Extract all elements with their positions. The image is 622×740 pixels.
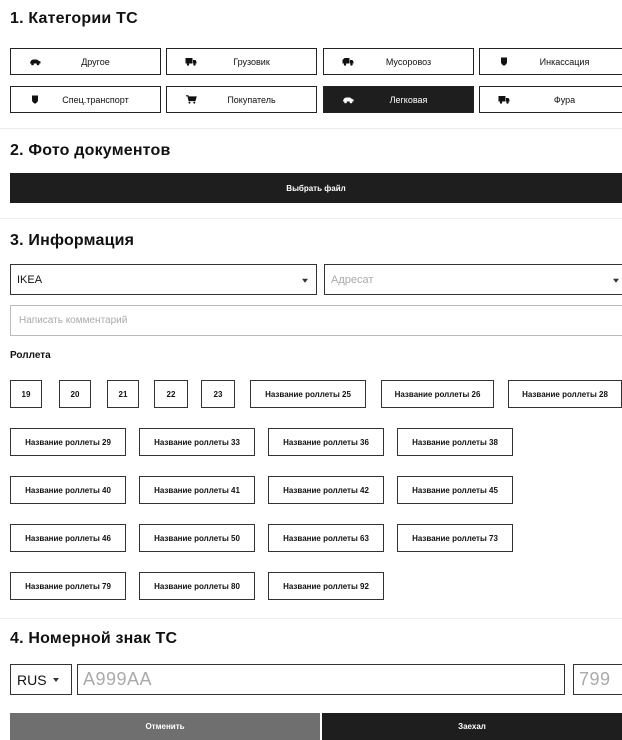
country-select[interactable]: RUS (10, 664, 72, 695)
rollets-label: Роллета (10, 350, 51, 361)
company-select[interactable]: IKEA (10, 264, 317, 295)
divider (0, 218, 622, 219)
category-label: Покупатель (227, 94, 276, 105)
rollet-chip[interactable]: Название роллеты 79 (10, 572, 126, 600)
rollet-chip[interactable]: Название роллеты 73 (397, 524, 513, 552)
category-label: Инкассация (539, 56, 590, 67)
section-categories-title: 1. Категории ТС (10, 10, 138, 27)
cancel-button[interactable]: Отменить (10, 713, 320, 740)
garbage-truck-icon (342, 57, 354, 66)
section-docs-title: 2. Фото документов (10, 142, 171, 159)
category-button[interactable]: Мусоровоз (323, 48, 474, 75)
rollet-chip[interactable]: Название роллеты 42 (268, 476, 384, 504)
category-label: Фура (553, 94, 576, 105)
rollet-chip[interactable]: Название роллеты 50 (139, 524, 255, 552)
chevron-down-icon (52, 677, 59, 682)
category-label: Спец.транспорт (62, 94, 129, 105)
plate-region-placeholder: 799 (579, 669, 611, 689)
choose-file-button[interactable]: Выбрать файл (10, 173, 622, 203)
rollet-chip[interactable]: Название роллеты 25 (250, 380, 366, 408)
chevron-down-icon (613, 278, 619, 283)
category-label: Грузовик (233, 56, 270, 67)
comment-input[interactable]: Написать комментарий (10, 305, 622, 336)
rollet-chip[interactable]: Название роллеты 80 (139, 572, 255, 600)
country-value: RUS (17, 671, 47, 688)
shield-icon (498, 57, 510, 66)
section-info-title: 3. Информация (10, 232, 135, 249)
rollet-chip[interactable]: Название роллеты 26 (381, 380, 494, 408)
rollet-chip[interactable]: Название роллеты 46 (10, 524, 126, 552)
category-button[interactable]: Инкассация (479, 48, 622, 75)
rollet-chip[interactable]: Название роллеты 33 (139, 428, 255, 456)
plate-number-placeholder: A999AA (83, 669, 153, 689)
rollet-chip[interactable]: Название роллеты 29 (10, 428, 126, 456)
divider (0, 128, 622, 129)
category-button[interactable]: Покупатель (166, 86, 317, 113)
car-icon (29, 57, 41, 66)
rollet-chip[interactable]: Название роллеты 92 (268, 572, 384, 600)
car-icon (342, 95, 354, 104)
rollet-chip[interactable]: 23 (201, 380, 235, 408)
category-button[interactable]: Фура (479, 86, 622, 113)
rollet-chip[interactable]: 19 (10, 380, 42, 408)
recipient-select[interactable]: Адресат (324, 264, 622, 295)
divider (0, 618, 622, 619)
category-button[interactable]: Грузовик (166, 48, 317, 75)
category-button[interactable]: Легковая (323, 86, 474, 113)
rollet-chip[interactable]: Название роллеты 38 (397, 428, 513, 456)
plate-region-input[interactable]: 799 (573, 664, 622, 695)
rollet-chip[interactable]: 21 (107, 380, 139, 408)
category-label: Другое (81, 56, 110, 67)
category-button[interactable]: Другое (10, 48, 161, 75)
plate-number-input[interactable]: A999AA (77, 664, 565, 695)
rollet-chip[interactable]: 22 (154, 380, 188, 408)
rollet-chip[interactable]: Название роллеты 40 (10, 476, 126, 504)
company-select-value: IKEA (17, 273, 43, 286)
arrived-button[interactable]: Заехал (322, 713, 622, 740)
rollet-chip[interactable]: Название роллеты 36 (268, 428, 384, 456)
category-label: Легковая (389, 94, 428, 105)
rollet-chip[interactable]: Название роллеты 63 (268, 524, 384, 552)
shield-icon (29, 95, 41, 104)
chevron-down-icon (302, 278, 308, 283)
category-button[interactable]: Спец.транспорт (10, 86, 161, 113)
rollet-chip[interactable]: Название роллеты 28 (508, 380, 622, 408)
rollet-chip[interactable]: Название роллеты 45 (397, 476, 513, 504)
section-plate-title: 4. Номерной знак ТС (10, 630, 178, 647)
category-label: Мусоровоз (385, 56, 432, 67)
comment-placeholder: Написать комментарий (19, 315, 128, 326)
recipient-placeholder: Адресат (331, 273, 374, 286)
rollet-chip[interactable]: Название роллеты 41 (139, 476, 255, 504)
truck-icon (498, 95, 510, 104)
rollet-chip[interactable]: 20 (59, 380, 91, 408)
cart-icon (185, 95, 197, 104)
truck-icon (185, 57, 197, 66)
